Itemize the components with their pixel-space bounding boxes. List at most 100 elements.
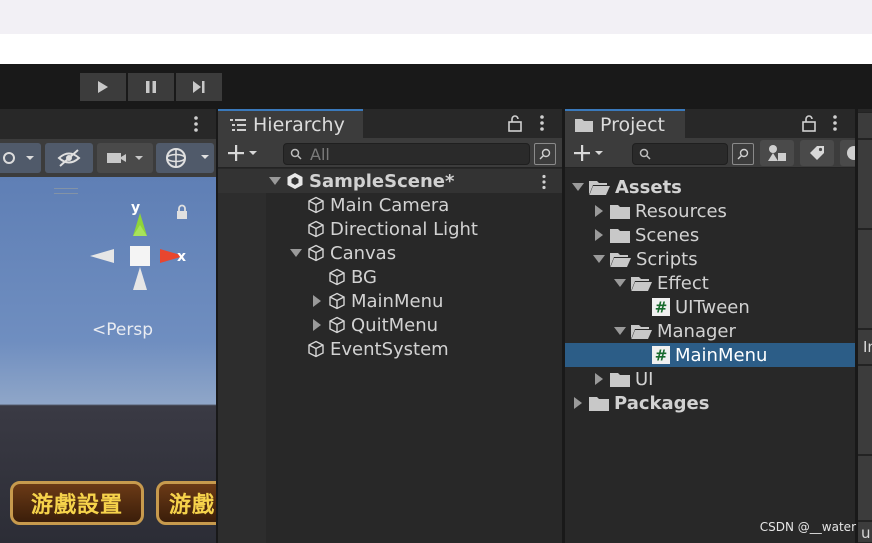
collapsed-arrow-icon[interactable] [310,295,324,307]
search-by-label-button[interactable] [800,140,834,166]
project-tree-item[interactable]: Manager [565,319,855,343]
gameobject-icon [307,220,325,238]
game-settings-button[interactable]: 游戲設置 [10,481,144,525]
project-tree-item[interactable]: Resources [565,199,855,223]
scene-viewport[interactable]: y x <Persp 游戲設置 游戲 [0,177,216,543]
hierarchy-tree-item[interactable]: SampleScene* [218,169,562,193]
inspector-tab[interactable] [858,112,872,139]
step-button[interactable] [176,73,222,101]
hierarchy-tree-item-label: Directional Light [330,218,478,240]
project-tree-item[interactable]: Packages [565,391,855,415]
tab-project-label: Project [600,113,666,136]
collapsed-arrow-icon[interactable] [571,397,585,409]
pause-button[interactable] [128,73,174,101]
tab-project[interactable]: Project [565,109,685,138]
kebab-menu-icon[interactable] [832,114,838,132]
collapsed-arrow-icon[interactable] [310,319,324,331]
lock-open-icon[interactable] [508,114,522,132]
create-button[interactable] [572,143,614,163]
project-tree-item-label: Resources [635,200,727,222]
gameobject-icon [328,268,346,286]
folder-open-icon [589,179,610,195]
project-tree-item-label: Assets [615,176,682,198]
shapes-icon [768,145,786,161]
inspector-section [858,229,872,329]
search-icon [290,148,302,160]
project-tree-item[interactable]: Scripts [565,247,855,271]
project-tree-item[interactable]: Scenes [565,223,855,247]
expanded-arrow-icon[interactable] [613,278,627,288]
script-icon: # [652,346,670,364]
hierarchy-search-placeholder: All [310,144,330,164]
inspector-label: u [858,521,872,543]
persp-chevron-icon: < [92,320,107,340]
list-icon [230,118,246,131]
chevron-down-icon [249,151,257,155]
collapsed-arrow-icon[interactable] [592,373,606,385]
gizmos-button[interactable] [156,143,214,173]
lock-open-icon[interactable] [802,114,816,132]
hierarchy-tree-item[interactable]: BG [218,265,562,289]
hierarchy-tree-item[interactable]: QuitMenu [218,313,562,337]
project-tree-item[interactable]: UI [565,367,855,391]
project-tree-item[interactable]: # MainMenu [565,343,855,367]
hierarchy-tree-item[interactable]: Main Camera [218,193,562,217]
collapsed-arrow-icon[interactable] [592,205,606,217]
tab-hierarchy-label: Hierarchy [253,113,345,136]
hierarchy-tree-item-label: BG [351,266,377,288]
hierarchy-tree-item-label: Main Camera [330,194,450,216]
tab-hierarchy[interactable]: Hierarchy [218,109,363,138]
persp-label[interactable]: <Persp [92,320,153,340]
drag-handle[interactable] [54,188,78,194]
kebab-menu-icon[interactable] [193,115,199,133]
gizmo-tools-button[interactable] [0,143,41,173]
gameobject-icon [307,244,325,262]
project-tree-item-label: Packages [614,392,710,414]
folder-icon [610,371,630,387]
gameobject-icon [307,340,325,358]
expand-search-button[interactable] [732,143,754,165]
expanded-arrow-icon[interactable] [613,326,627,336]
unity-icon [286,172,304,190]
project-toolbar [565,138,855,168]
browser-strip-white [0,34,872,64]
folder-open-icon [631,323,652,339]
folder-icon [610,227,630,243]
expanded-arrow-icon[interactable] [268,176,282,186]
game-button-partial[interactable]: 游戲 [156,481,216,525]
hierarchy-tree-item[interactable]: EventSystem [218,337,562,361]
search-expand-icon [539,148,551,160]
hierarchy-tree-item-label: MainMenu [351,290,444,312]
scene-kebab-icon[interactable] [541,174,547,190]
hierarchy-tree-item[interactable]: Canvas [218,241,562,265]
expanded-arrow-icon[interactable] [592,254,606,264]
project-tree-item[interactable]: Assets [565,175,855,199]
hierarchy-tree-item-label: QuitMenu [351,314,439,336]
add-button[interactable] [226,143,268,163]
hierarchy-search[interactable]: All [283,143,530,165]
search-by-type-button[interactable] [760,140,794,166]
collapsed-arrow-icon[interactable] [592,229,606,241]
expanded-arrow-icon[interactable] [289,248,303,258]
project-tree-item-label: UI [635,368,654,390]
hierarchy-tree-item[interactable]: Directional Light [218,217,562,241]
project-tree-item[interactable]: Effect [565,271,855,295]
project-search[interactable] [632,143,728,165]
expanded-arrow-icon[interactable] [571,182,585,192]
step-icon [193,81,205,93]
inspector-section [858,139,872,229]
camera-settings-button[interactable] [97,143,153,173]
hierarchy-tree-item[interactable]: MainMenu [218,289,562,313]
favorites-button[interactable] [840,140,855,166]
hierarchy-panel: Hierarchy All SampleScene* Main Camera Dir… [218,109,562,543]
visibility-toggle-button[interactable] [45,143,93,173]
lock-icon[interactable] [175,204,189,220]
play-button[interactable] [80,73,126,101]
kebab-menu-icon[interactable] [539,114,545,132]
play-icon [98,81,108,93]
project-tree-item[interactable]: # UITween [565,295,855,319]
search-icon [639,148,651,160]
project-tree-item-label: Manager [657,320,736,342]
expand-search-button[interactable] [534,143,556,165]
hierarchy-toolbar: All [218,138,562,168]
